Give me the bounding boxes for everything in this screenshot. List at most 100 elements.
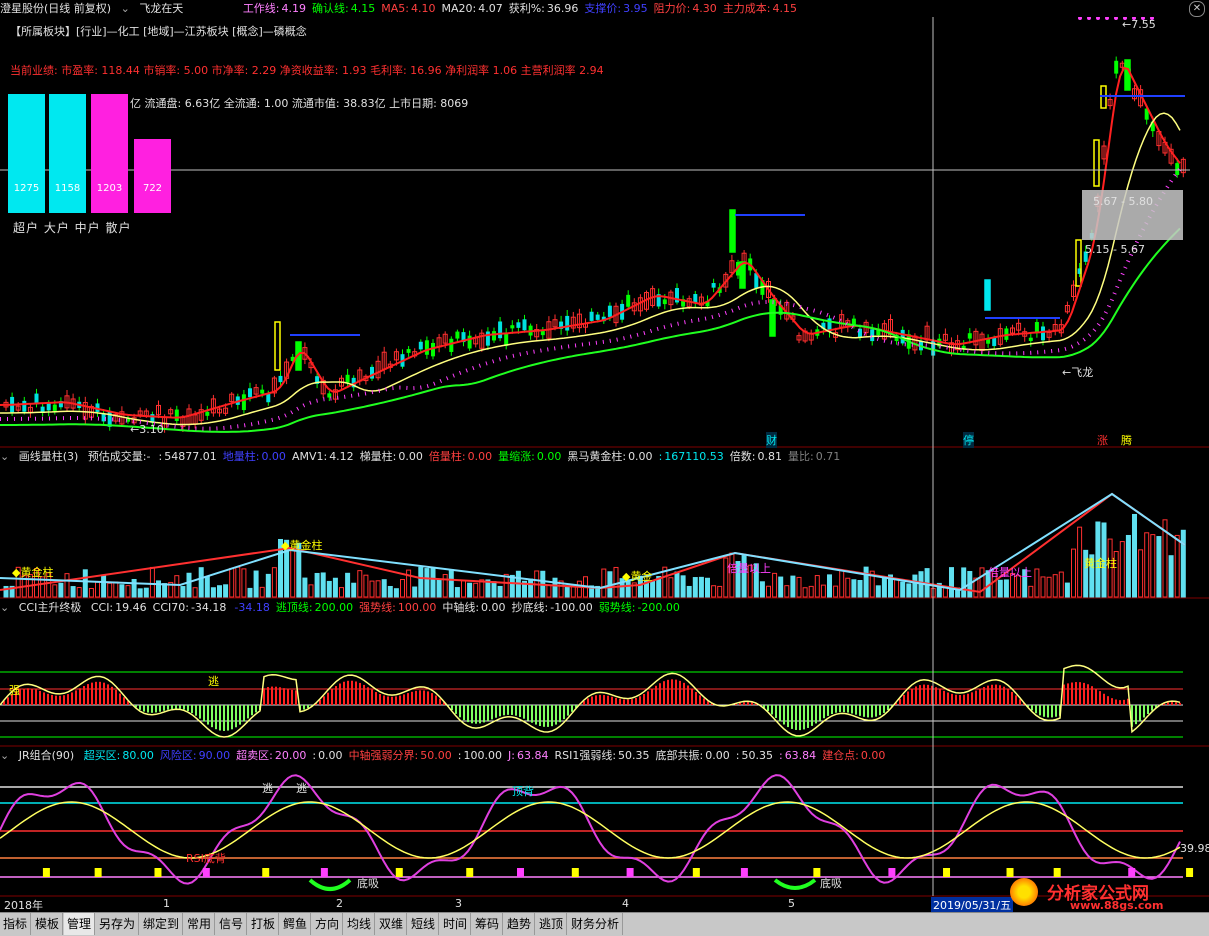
money-bar-value: 1158 [54,183,81,194]
tab-10[interactable]: 均线 [344,913,376,935]
dixi-curve-1 [308,878,352,891]
candle-body [248,388,252,398]
volume-bar [827,574,832,598]
value-label: CCI70: [152,601,189,614]
volume-title[interactable]: 画线量柱(3) [19,450,79,463]
candle-body [522,319,527,331]
volume-bar [290,548,296,598]
jr-signal-block [466,868,474,877]
tab-9[interactable]: 方向 [312,913,344,935]
chevron-down-icon[interactable]: ⌄ [0,601,9,614]
candle-body [900,329,905,344]
jr-signal-block [571,868,579,877]
rsi-line [0,801,1181,859]
volume-bar [766,585,771,598]
jr-signal-block [154,868,162,877]
tab-16[interactable]: 逃顶 [536,913,568,935]
volume-bar [308,584,314,598]
volume-bar [1034,568,1040,598]
tab-6[interactable]: 信号 [216,913,248,935]
chevron-down-icon[interactable]: ⌄ [0,749,9,762]
volume-bar [320,572,326,598]
jr-signal-block [1186,868,1194,877]
kline-panel [0,16,1186,433]
volume-bar [418,566,424,598]
volume-bar [692,577,698,598]
chevron-down-icon[interactable]: ⌄ [121,2,130,15]
volume-bar [430,567,436,598]
tab-8[interactable]: 鳄鱼 [280,913,312,935]
volume-bar [790,575,796,598]
tab-2[interactable]: 管理 [64,913,96,935]
value-item: 倍数: 0.81 [730,450,782,463]
jr-signal-block [395,868,403,877]
volume-bar [576,580,582,598]
tab-4[interactable]: 绑定到 [140,913,184,935]
value-number: 19.46 [115,601,147,614]
tab-1[interactable]: 模板 [32,913,64,935]
tab-14[interactable]: 筹码 [472,913,504,935]
volume-bar [351,582,357,598]
highlight-candle [769,299,776,337]
value-label: : [158,450,163,463]
value-number: 167110.53 [664,450,724,463]
stock-title[interactable]: 澄星股份(日线 前复权) [0,2,111,15]
tab-7[interactable]: 打板 [248,913,280,935]
tab-3[interactable]: 另存为 [96,913,140,935]
volume-bar [174,575,180,598]
volume-bar [314,572,320,598]
tab-15[interactable]: 趋势 [504,913,536,935]
tab-11[interactable]: 双维 [376,913,408,935]
value-label: 主力成本: [722,2,771,15]
volume-bar [369,580,375,598]
double-vol-label-1: 倍量以上 [727,562,771,575]
candle-body [52,404,57,411]
value-item: 预估成交量:- [88,450,153,463]
value-item: 工作线: 4.19 [243,2,306,15]
gold-label-4: 黄金柱 [1084,557,1117,570]
chevron-down-icon[interactable]: ⌄ [0,450,9,463]
value-label: : [457,749,462,762]
value-item: 逃顶线: 200.00 [276,601,353,614]
value-number: -34.18 [190,601,227,614]
volume-bar [1168,555,1174,598]
jr-signal-block [94,868,102,877]
candle-body [693,294,698,303]
indicator-name[interactable]: 飞龙在天 [139,2,183,15]
tab-12[interactable]: 短线 [408,913,440,935]
volume-bar [339,587,344,598]
candle-body [589,311,594,321]
volume-bar [1064,582,1070,598]
volume-bar [473,582,479,598]
value-label: 量缩涨: [498,450,535,463]
tab-13[interactable]: 时间 [440,913,472,935]
value-number: 0.00 [467,450,493,463]
candle-body [1041,326,1045,341]
volume-bar [186,572,192,598]
close-icon[interactable]: ✕ [1189,1,1205,17]
volume-bar [1150,534,1156,598]
jr-title[interactable]: JR组合(90) [19,749,74,762]
candle-body [626,294,631,307]
volume-panel [0,492,1186,598]
jr-signal-block [320,868,328,877]
candle-body [662,299,667,305]
volume-bar [1071,548,1076,598]
work-line [0,167,1182,431]
tab-5[interactable]: 常用 [184,913,216,935]
ma5-line [0,66,1181,419]
value-label: 底部共振: [655,749,704,762]
volume-bar [375,580,381,598]
tab-0[interactable]: 指标 [0,913,32,935]
volume-bar [1156,536,1162,598]
highlight-candle [729,209,736,253]
cci-title[interactable]: CCI主升终极 [19,601,82,614]
volume-bar [778,576,784,598]
volume-bar [143,587,149,598]
tab-17[interactable]: 财务分析 [568,913,624,935]
volume-bar [101,575,107,598]
value-label: MA20: [441,2,477,15]
jr-right-value: 39.98 [1180,842,1209,855]
value-item: 梯量柱: 0.00 [360,450,423,463]
money-bar-value: 1203 [96,183,123,194]
